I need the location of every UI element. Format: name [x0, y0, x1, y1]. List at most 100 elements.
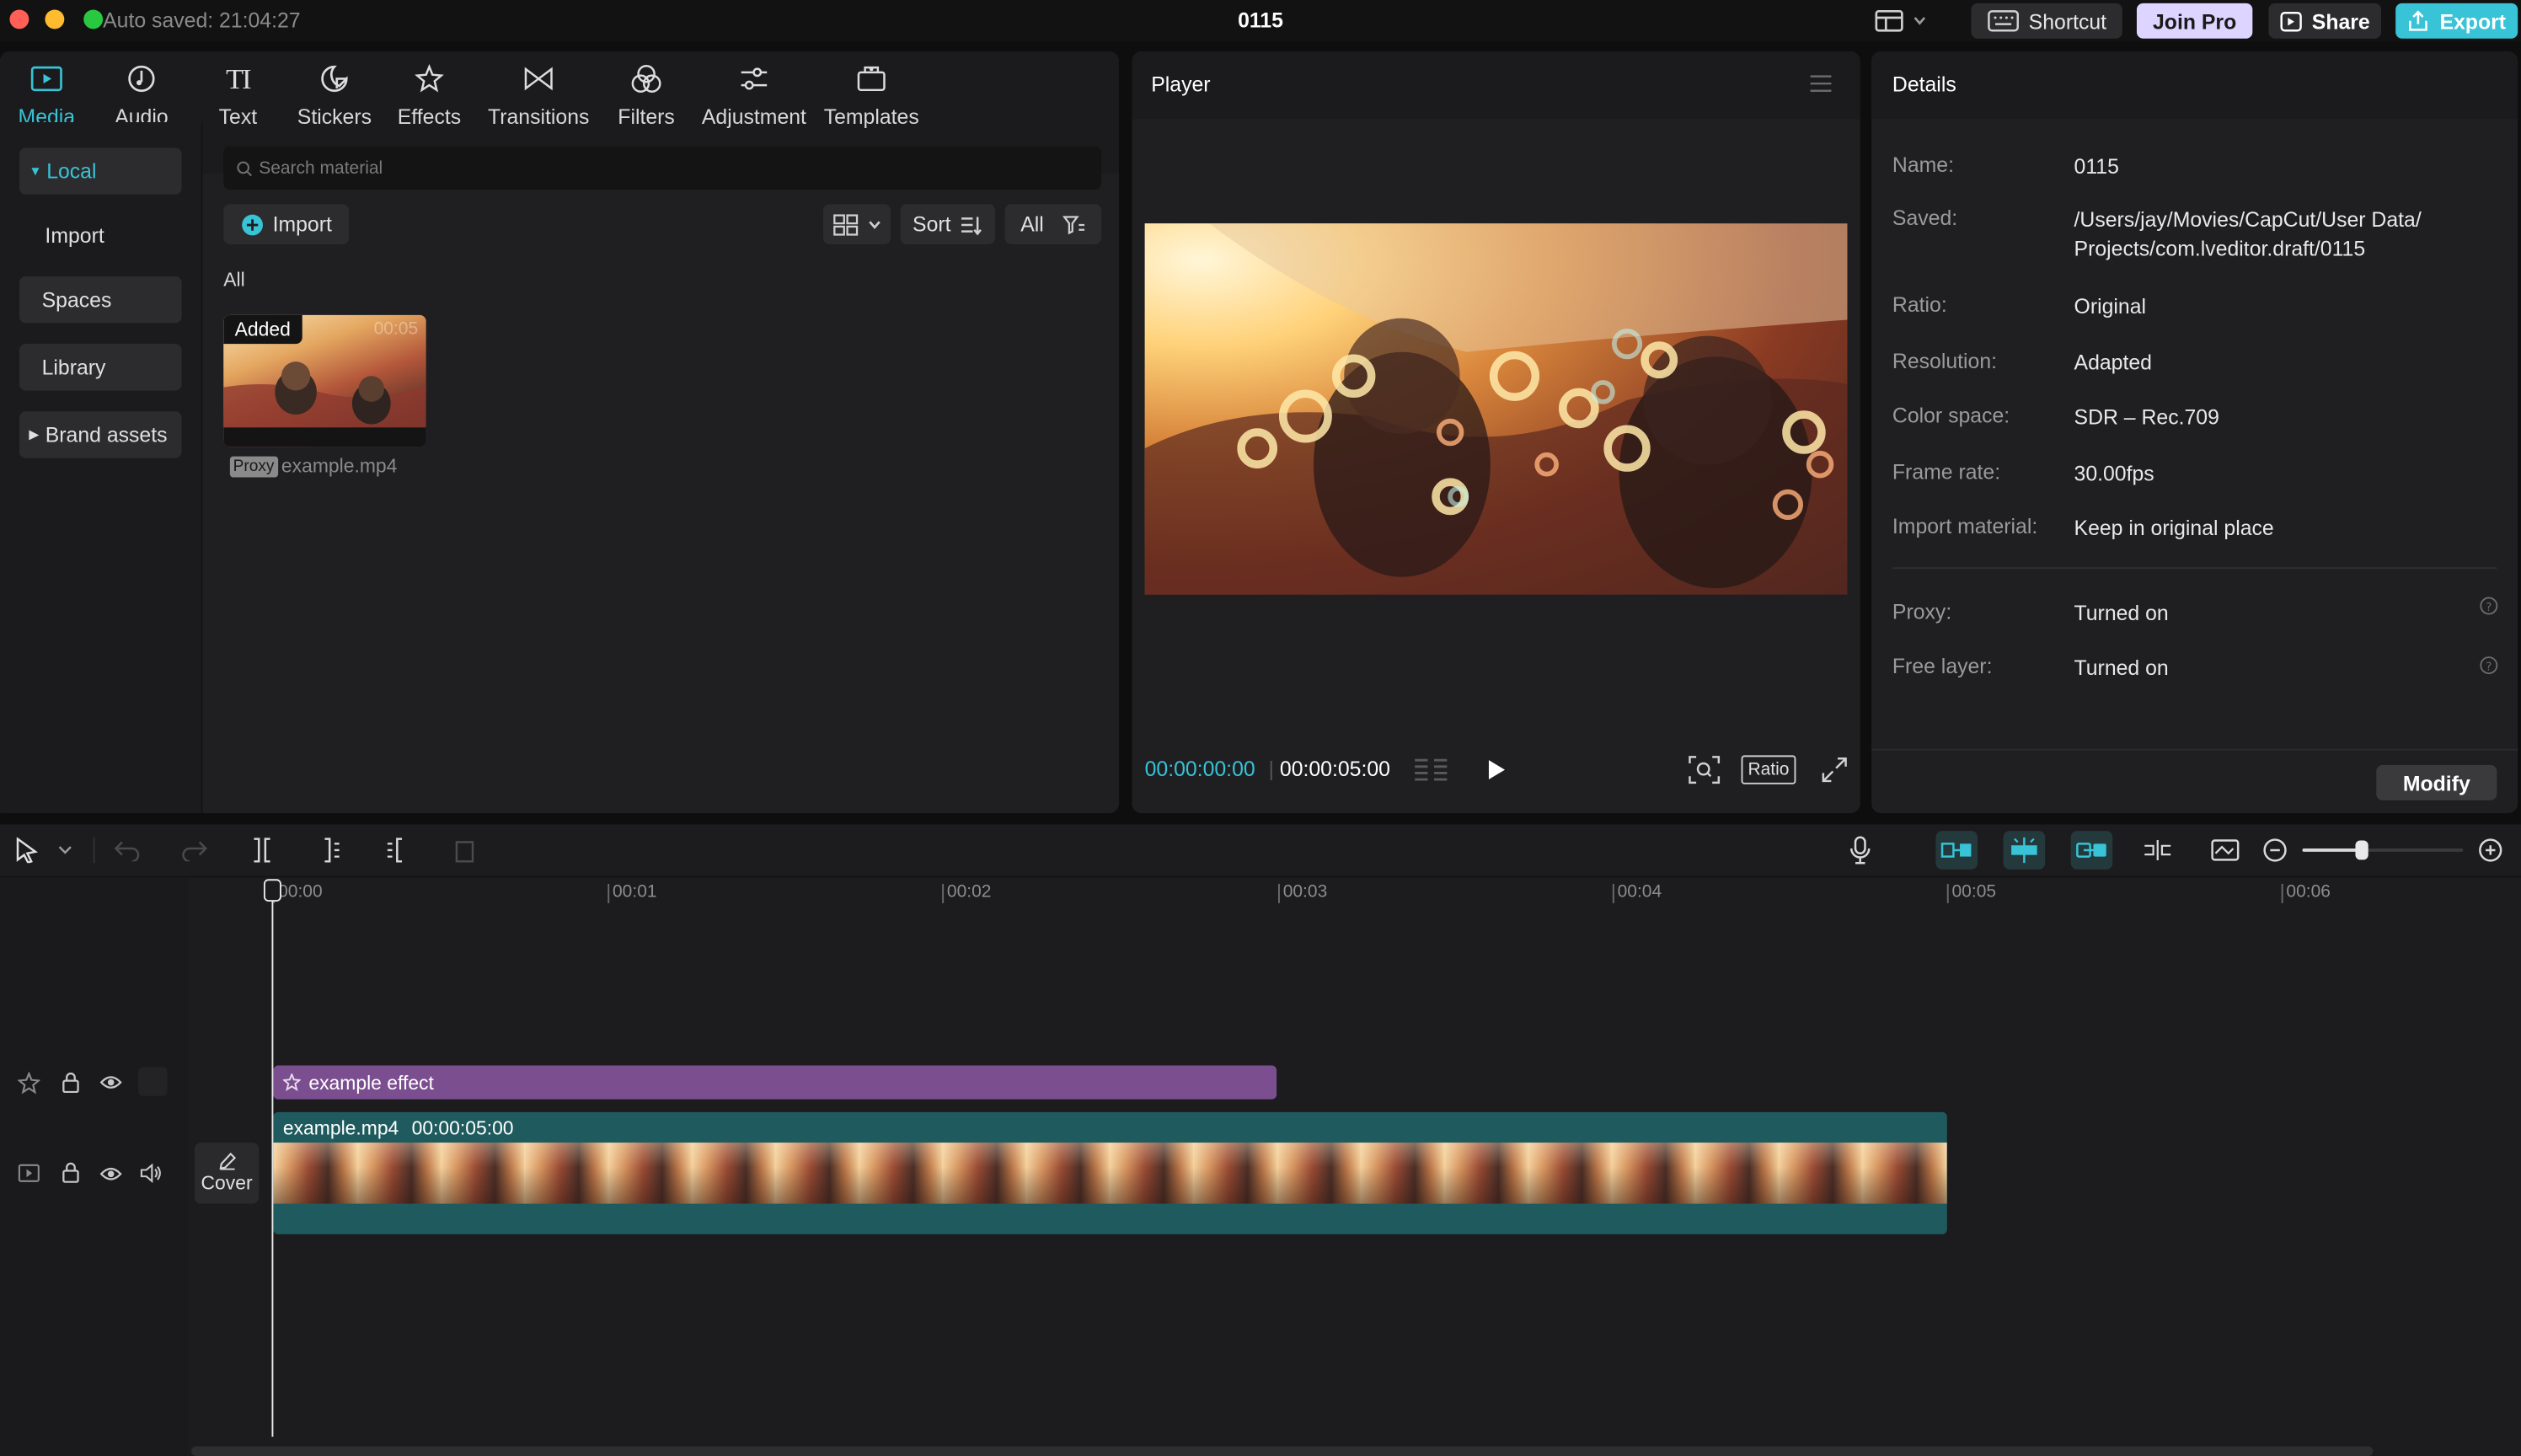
- detail-value: Adapted: [2074, 350, 2152, 375]
- text-icon: TI: [226, 62, 252, 94]
- detail-key: Saved:: [1892, 206, 1958, 230]
- split-button[interactable]: [248, 836, 276, 864]
- ratio-button[interactable]: Ratio: [1741, 755, 1796, 784]
- player-menu-icon[interactable]: [1809, 74, 1833, 94]
- filter-all-button[interactable]: All: [1004, 204, 1102, 244]
- thumbnail-icon: [2211, 839, 2240, 861]
- filters-icon: [631, 64, 661, 93]
- zoom-out-icon: [2263, 838, 2287, 862]
- shortcut-label: Shortcut: [2028, 8, 2107, 34]
- capcut-window: Auto saved: 21:04:27 0115 Shortcut Join …: [0, 0, 2521, 1456]
- lock-icon[interactable]: [62, 1072, 81, 1093]
- import-label: Import: [272, 211, 332, 237]
- auto-snap-button[interactable]: [2003, 831, 2046, 870]
- sidebar-item-spaces[interactable]: Spaces: [19, 276, 182, 324]
- playhead[interactable]: [271, 881, 274, 1437]
- volume-icon[interactable]: [140, 1163, 163, 1183]
- sidebar-item-library[interactable]: Library: [19, 344, 182, 391]
- time-separator: |: [1268, 757, 1275, 781]
- media-icon: [30, 66, 62, 92]
- detail-key: Free layer:: [1892, 654, 1993, 678]
- video-filmstrip: [273, 1143, 1947, 1204]
- timecode-grid-icon[interactable]: [1411, 757, 1450, 783]
- fullscreen-icon[interactable]: [1822, 757, 1848, 783]
- redo-button[interactable]: [180, 836, 209, 864]
- detail-key: Ratio:: [1892, 292, 1947, 317]
- edit-icon: [218, 1152, 236, 1170]
- zoom-slider-thumb[interactable]: [2355, 840, 2368, 860]
- help-icon[interactable]: ?: [2479, 597, 2498, 616]
- section-all-heading: All: [223, 268, 245, 292]
- effect-clip[interactable]: example effect: [273, 1065, 1277, 1100]
- sidebar-item-brand-assets[interactable]: ▶ Brand assets: [19, 411, 182, 458]
- minimize-window-button[interactable]: [45, 9, 65, 29]
- close-window-button[interactable]: [9, 9, 29, 29]
- help-icon[interactable]: ?: [2479, 656, 2498, 675]
- chevron-down-icon[interactable]: [58, 845, 72, 854]
- thumbnail-toggle-button[interactable]: [2211, 836, 2240, 864]
- chevron-down-icon: [1913, 17, 1926, 25]
- sidebar-item-local[interactable]: ▼ Local: [19, 147, 182, 195]
- detail-value: Turned on: [2074, 601, 2169, 625]
- share-label: Share: [2311, 8, 2370, 34]
- search-icon: [237, 161, 252, 177]
- video-clip[interactable]: example.mp4 00:00:05:00: [273, 1111, 1947, 1234]
- trim-left-button[interactable]: [315, 836, 344, 864]
- delete-button[interactable]: [450, 836, 479, 864]
- detail-value: 0115: [2074, 154, 2119, 179]
- linkage-button[interactable]: [2070, 831, 2113, 870]
- zoom-window-button[interactable]: [83, 9, 104, 29]
- modify-button[interactable]: Modify: [2376, 764, 2497, 800]
- added-badge: Added: [223, 314, 302, 345]
- undo-icon: [114, 841, 140, 862]
- shortcut-button[interactable]: Shortcut: [1971, 3, 2122, 39]
- search-input[interactable]: Search material: [223, 146, 1102, 190]
- zoom-in-icon: [2479, 838, 2502, 862]
- zoom-in-button[interactable]: [2476, 836, 2505, 864]
- audio-icon: [128, 65, 155, 93]
- select-tool-button[interactable]: [13, 836, 41, 864]
- auto-saved-status: Auto saved: 21:04:27: [103, 8, 301, 33]
- tab-stickers-label: Stickers: [297, 104, 372, 129]
- cover-button[interactable]: Cover: [194, 1143, 260, 1204]
- sort-button[interactable]: Sort: [900, 204, 996, 244]
- undo-button[interactable]: [113, 836, 142, 864]
- modify-label: Modify: [2402, 770, 2470, 795]
- export-button[interactable]: Export: [2395, 3, 2518, 39]
- visibility-icon[interactable]: [99, 1165, 122, 1183]
- main-track-magnet-button[interactable]: [1935, 831, 1978, 870]
- snap-icon: [2011, 837, 2037, 864]
- effect-clip-label: example effect: [308, 1071, 434, 1094]
- lock-icon[interactable]: [62, 1162, 81, 1183]
- detail-value: SDR – Rec.709: [2074, 404, 2219, 430]
- zoom-out-button[interactable]: [2261, 836, 2289, 864]
- visibility-icon[interactable]: [99, 1073, 122, 1091]
- play-icon[interactable]: [1487, 758, 1507, 781]
- record-audio-button[interactable]: [1846, 836, 1875, 864]
- trim-right-icon: [387, 838, 403, 863]
- detail-value: Original: [2074, 294, 2147, 318]
- preview-axis-button[interactable]: [2144, 836, 2172, 864]
- layout-menu-button[interactable]: [1868, 3, 1932, 39]
- trim-right-button[interactable]: [383, 836, 411, 864]
- cover-label: Cover: [201, 1171, 253, 1195]
- sort-icon: [961, 216, 982, 235]
- view-mode-dropdown[interactable]: [822, 204, 891, 244]
- timeline-scrollbar[interactable]: [191, 1446, 2374, 1456]
- import-button[interactable]: Import: [223, 204, 350, 244]
- link-icon: [2076, 843, 2106, 858]
- sidebar-item-import[interactable]: Import: [19, 212, 182, 259]
- playhead-handle[interactable]: [263, 879, 281, 902]
- adjustment-icon: [741, 67, 768, 90]
- join-pro-button[interactable]: Join Pro: [2136, 3, 2253, 39]
- tab-effects-label: Effects: [397, 104, 462, 129]
- detail-value: 30.00fps: [2074, 461, 2154, 486]
- chevron-down-icon: [869, 220, 880, 228]
- share-button[interactable]: Share: [2268, 3, 2381, 39]
- media-clip-thumbnail[interactable]: Added 00:05: [223, 314, 426, 447]
- sidebar-item-brand-assets-label: Brand assets: [45, 422, 168, 447]
- zoom-slider[interactable]: [2302, 839, 2464, 862]
- trash-icon: [455, 841, 474, 863]
- caret-down-icon: ▼: [29, 163, 42, 179]
- zoom-fit-icon[interactable]: [1689, 755, 1721, 784]
